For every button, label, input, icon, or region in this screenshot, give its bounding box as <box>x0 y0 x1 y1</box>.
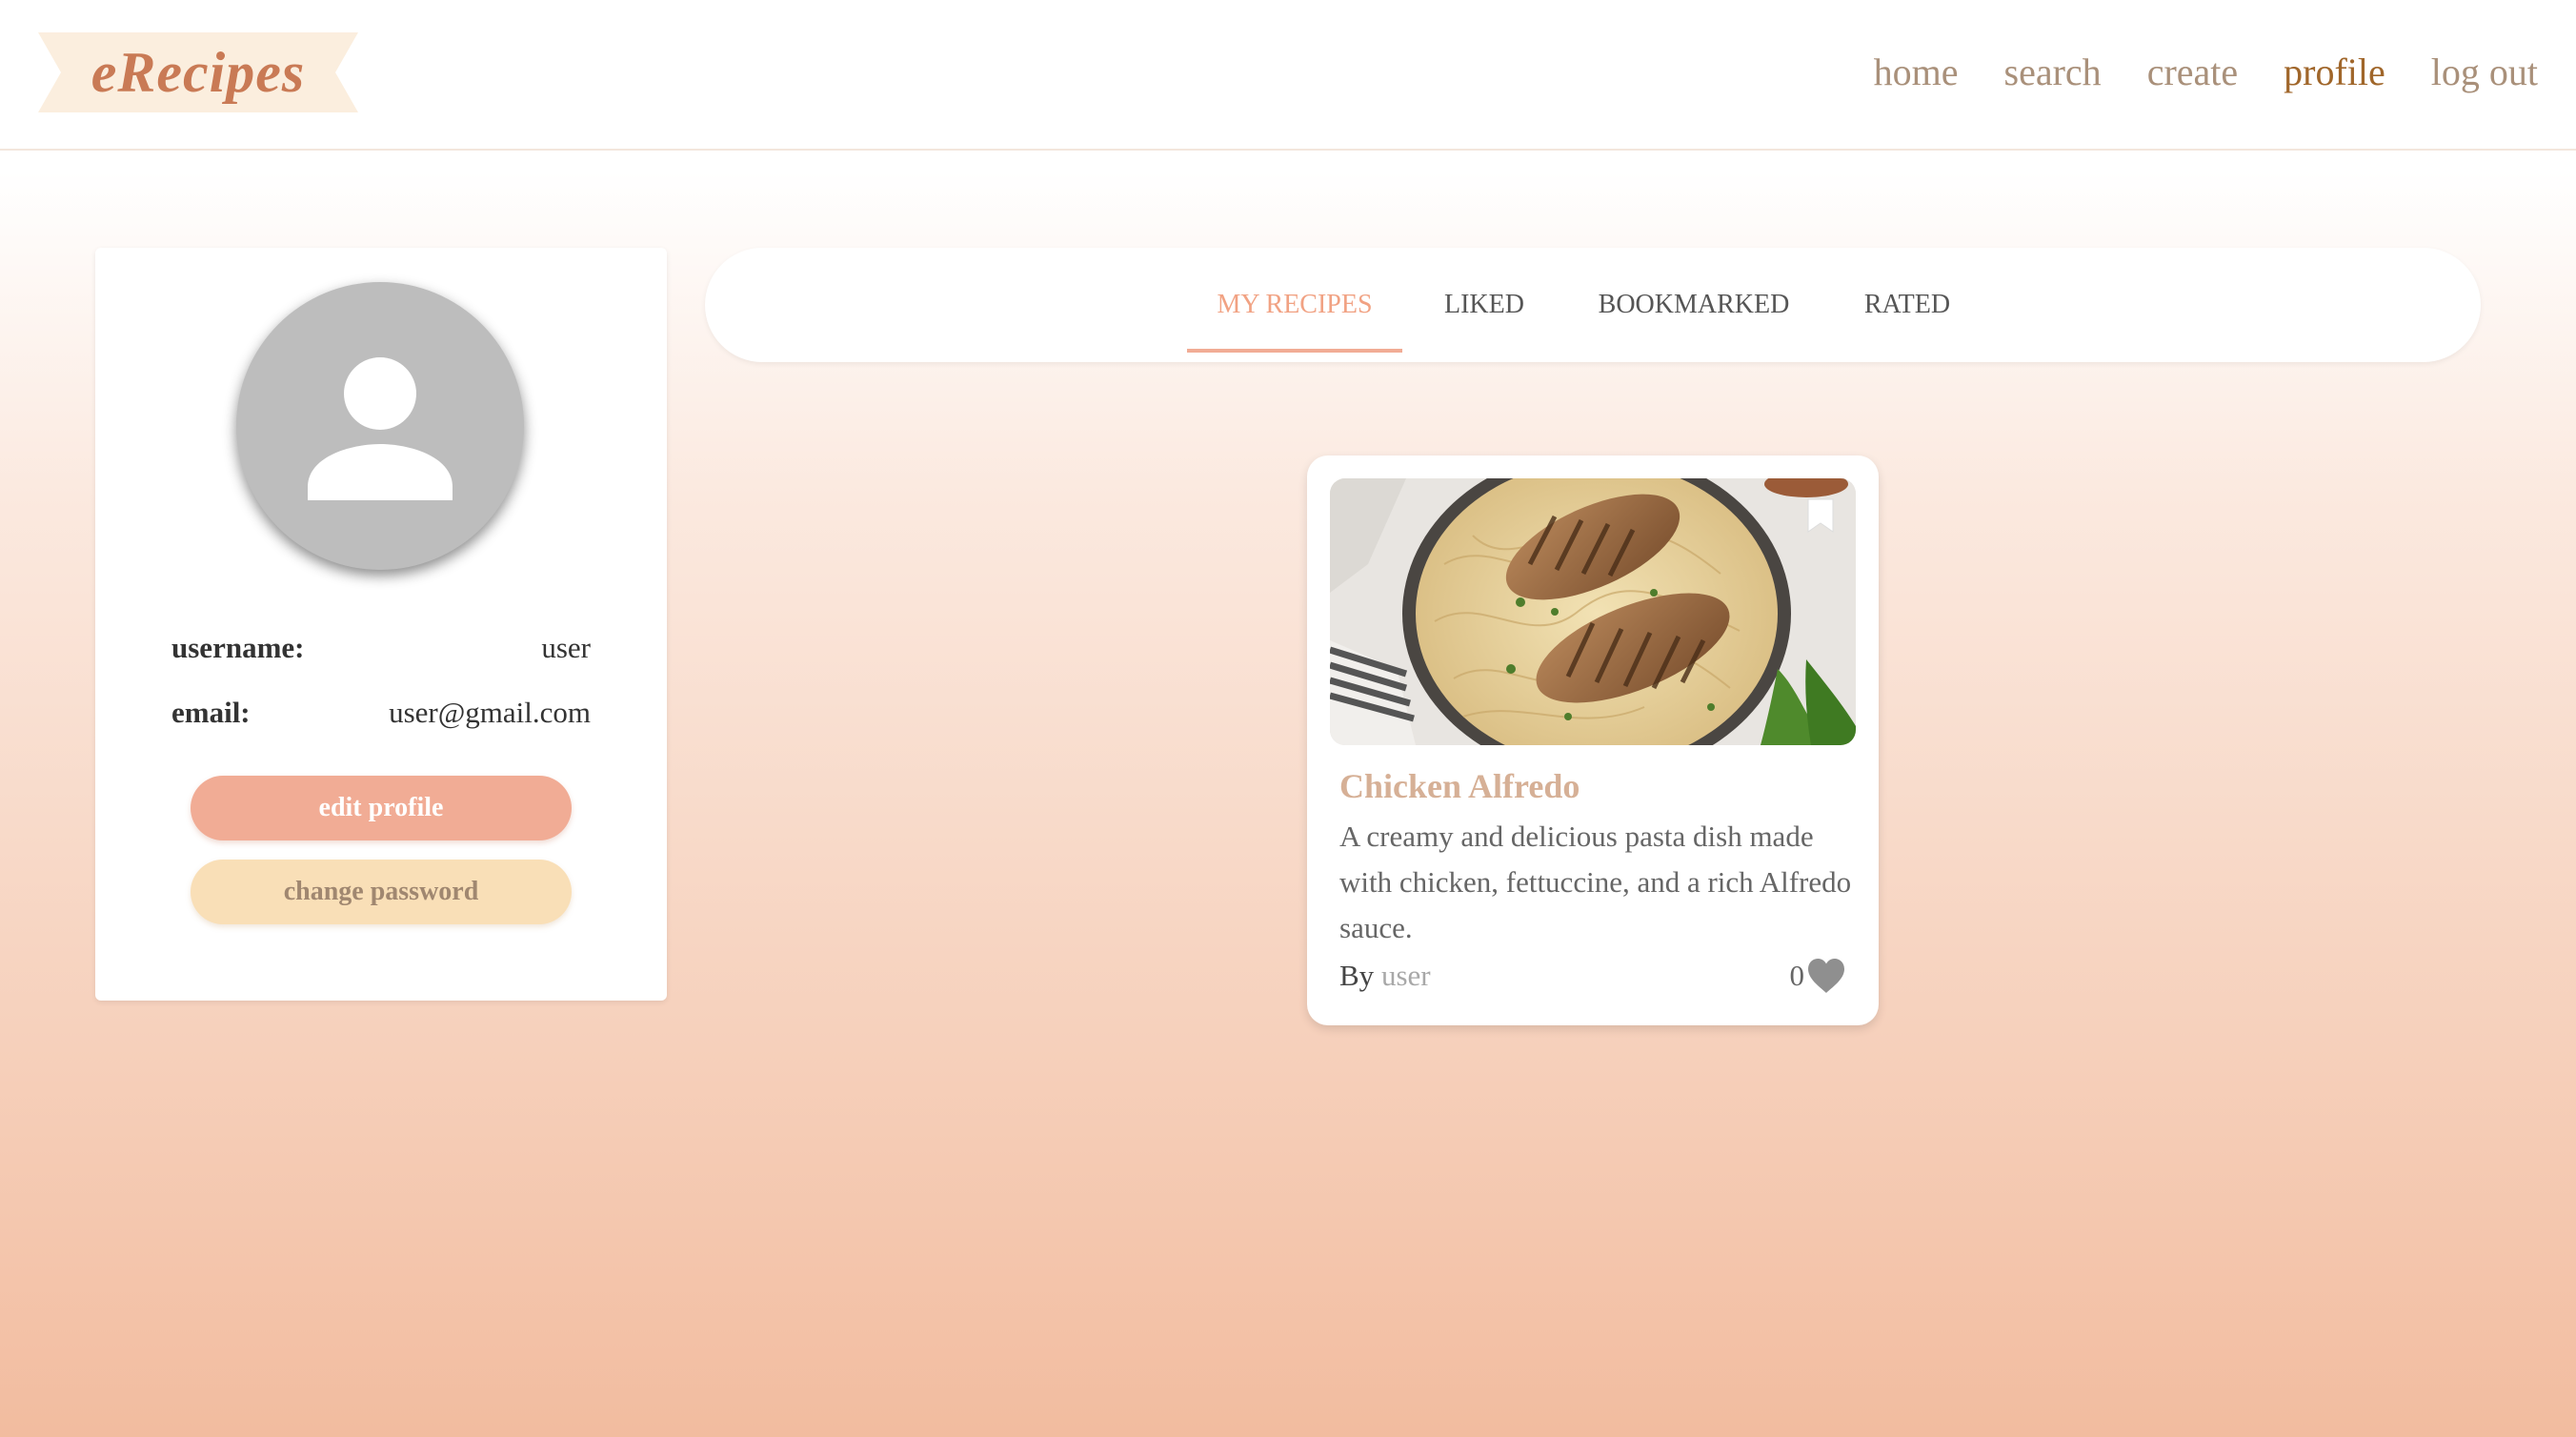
email-value: user@gmail.com <box>389 696 591 729</box>
profile-tabs: MY RECIPES LIKED BOOKMARKED RATED <box>705 248 2481 362</box>
username-value: user <box>541 631 591 664</box>
edit-profile-button[interactable]: edit profile <box>191 776 572 840</box>
likes-count: 0 <box>1789 959 1805 992</box>
profile-card: username: user email: user@gmail.com edi… <box>95 248 667 1001</box>
main-nav: home search create profile log out <box>1874 44 2538 101</box>
username-label: username: <box>171 631 305 664</box>
tab-liked[interactable]: LIKED <box>1439 248 1530 349</box>
nav-profile[interactable]: profile <box>2284 44 2385 101</box>
top-navbar: eRecipes home search create profile log … <box>0 0 2576 151</box>
avatar <box>236 282 524 570</box>
recipe-byline: By user <box>1339 955 1431 997</box>
nav-create[interactable]: create <box>2147 44 2238 101</box>
heart-icon[interactable] <box>1806 957 1846 995</box>
person-icon <box>308 357 453 500</box>
by-label: By <box>1339 959 1375 992</box>
email-label: email: <box>171 696 251 729</box>
nav-home[interactable]: home <box>1874 44 1959 101</box>
logo-text: eRecipes <box>91 41 306 104</box>
tab-bookmarked[interactable]: BOOKMARKED <box>1597 248 1791 349</box>
nav-search[interactable]: search <box>2004 44 2102 101</box>
recipe-photo <box>1330 478 1856 745</box>
tab-my-recipes[interactable]: MY RECIPES <box>1187 248 1402 353</box>
nav-log-out[interactable]: log out <box>2431 44 2538 101</box>
username-row: username: user <box>171 631 591 678</box>
recipe-card[interactable]: Chicken Alfredo A creamy and delicious p… <box>1307 455 1879 1025</box>
recipe-title[interactable]: Chicken Alfredo <box>1339 766 1580 806</box>
recipe-author-link[interactable]: user <box>1381 959 1431 992</box>
logo[interactable]: eRecipes <box>38 32 358 112</box>
change-password-button[interactable]: change password <box>191 860 572 924</box>
recipe-description: A creamy and delicious pasta dish made w… <box>1339 820 1852 944</box>
email-row: email: user@gmail.com <box>171 696 591 743</box>
recipe-image[interactable] <box>1330 478 1856 745</box>
tab-rated[interactable]: RATED <box>1860 248 1955 349</box>
bookmark-icon[interactable] <box>1806 497 1835 534</box>
likes: 0 <box>1790 955 1847 997</box>
